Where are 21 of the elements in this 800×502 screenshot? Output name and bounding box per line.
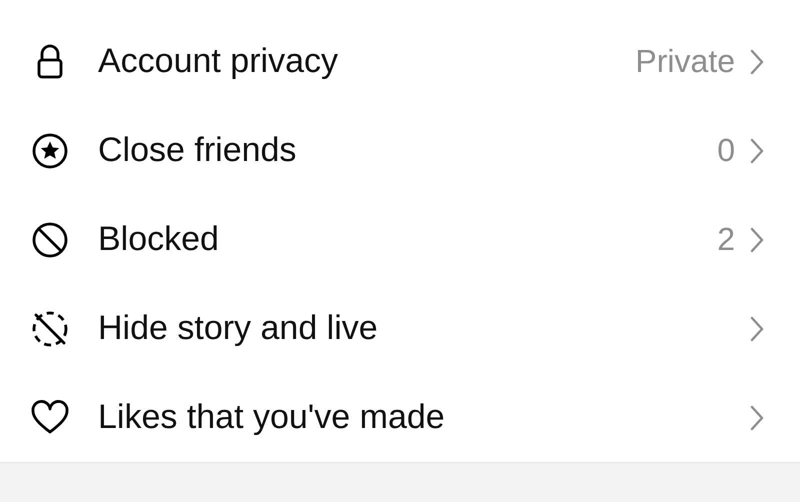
settings-label: Blocked	[98, 220, 220, 259]
settings-row[interactable]: Account privacy Private	[0, 17, 800, 106]
settings-value: 2	[717, 221, 735, 258]
settings-label: Account privacy	[98, 42, 339, 81]
hidden-circle-icon	[30, 308, 70, 348]
settings-row[interactable]: Blocked 2	[0, 195, 800, 284]
chevron-icon	[749, 404, 765, 432]
settings-label: Close friends	[98, 131, 298, 170]
chevron-icon	[749, 136, 765, 164]
settings-label: Likes that you've made	[98, 398, 446, 437]
settings-row[interactable]: Hide story and live	[0, 284, 800, 373]
settings-value: 0	[717, 132, 735, 169]
settings-row[interactable]: Likes that you've made	[0, 373, 800, 462]
settings-label: Hide story and live	[98, 309, 379, 348]
chevron-icon	[749, 48, 765, 76]
blocked-icon	[30, 220, 70, 260]
settings-row[interactable]: Close friends 0	[0, 106, 800, 195]
settings-value: Private	[635, 43, 735, 80]
star-circle-icon	[30, 130, 70, 170]
chevron-icon	[749, 314, 765, 342]
chevron-icon	[749, 226, 765, 254]
